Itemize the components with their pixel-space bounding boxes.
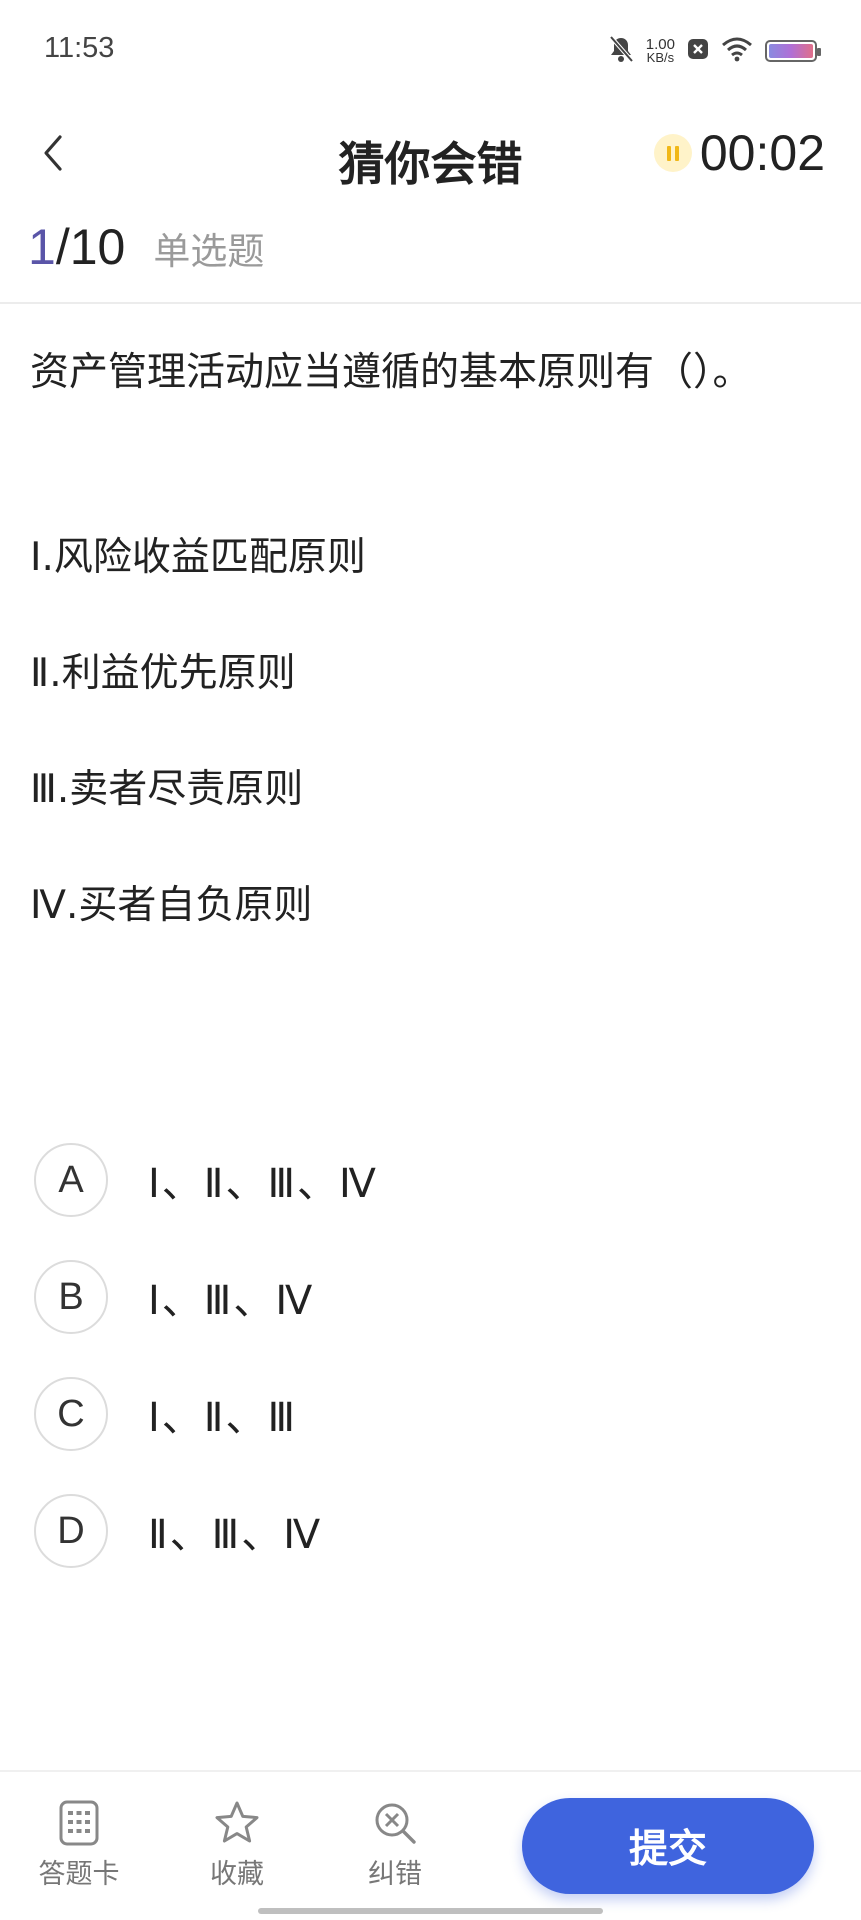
- option-letter: A: [34, 1143, 108, 1217]
- pause-icon[interactable]: [653, 134, 692, 172]
- option-text: Ⅰ、Ⅲ、Ⅳ: [148, 1278, 315, 1324]
- answer-card-label: 答题卡: [38, 1859, 120, 1890]
- question-progress: 1 / 10 单选题: [28, 218, 264, 276]
- option-a[interactable]: A Ⅰ、Ⅱ、Ⅲ、Ⅳ: [34, 1140, 378, 1220]
- statement-3: Ⅲ.卖者尽责原则: [30, 767, 304, 812]
- wifi-icon: [721, 36, 753, 66]
- correction-button[interactable]: 纠错: [340, 1800, 450, 1891]
- option-text: Ⅰ、Ⅱ、Ⅲ: [148, 1395, 298, 1441]
- timer: 00:02: [699, 125, 825, 181]
- status-icons: 1.00 KB/s: [608, 34, 821, 68]
- nav-bar: 猜你会错 00:02: [0, 100, 861, 210]
- option-letter: B: [34, 1260, 108, 1334]
- mute-bell-icon: [608, 35, 634, 67]
- timer-group: 00:02: [653, 124, 825, 182]
- close-box-icon: [687, 38, 709, 64]
- search-close-icon: [375, 1803, 416, 1844]
- option-text: Ⅰ、Ⅱ、Ⅲ、Ⅳ: [148, 1161, 378, 1207]
- question-type: 单选题: [153, 230, 265, 273]
- status-bar: 11:53 1.00 KB/s: [0, 0, 861, 100]
- option-c[interactable]: C Ⅰ、Ⅱ、Ⅲ: [34, 1374, 297, 1454]
- statement-1: Ⅰ.风险收益匹配原则: [30, 535, 366, 580]
- option-b[interactable]: B Ⅰ、Ⅲ、Ⅳ: [34, 1257, 314, 1337]
- favorite-label: 收藏: [210, 1859, 264, 1890]
- progress-separator: /: [55, 219, 70, 275]
- net-speed: 1.00 KB/s: [646, 37, 675, 65]
- answer-card-icon: [59, 1800, 99, 1846]
- quiz-page: 11:53 1.00 KB/s 猜你会错 00:02 1 / 10 单选题 资产…: [0, 0, 861, 1920]
- bottom-toolbar: 答题卡 收藏 纠错 提交: [0, 1770, 861, 1920]
- option-text: Ⅱ、Ⅲ、Ⅳ: [148, 1512, 323, 1558]
- star-icon: [215, 1801, 259, 1843]
- status-time: 11:53: [44, 32, 115, 64]
- question-stem: 资产管理活动应当遵循的基本原则有（）。: [30, 350, 752, 395]
- correction-label: 纠错: [368, 1859, 422, 1890]
- statement-4: Ⅳ.买者自负原则: [30, 883, 313, 928]
- battery-fill: [769, 44, 813, 58]
- statement-2: Ⅱ.利益优先原则: [30, 651, 296, 696]
- submit-button[interactable]: 提交: [522, 1798, 814, 1894]
- answer-card-button[interactable]: 答题卡: [24, 1800, 134, 1891]
- submit-label: 提交: [628, 1827, 707, 1872]
- option-d[interactable]: D Ⅱ、Ⅲ、Ⅳ: [34, 1491, 322, 1571]
- home-indicator[interactable]: [258, 1908, 603, 1914]
- battery-icon: [765, 40, 821, 62]
- divider: [0, 302, 861, 304]
- option-letter: D: [34, 1494, 108, 1568]
- progress-current: 1: [28, 219, 56, 275]
- net-speed-unit: KB/s: [646, 50, 675, 65]
- option-letter: C: [34, 1377, 108, 1451]
- favorite-button[interactable]: 收藏: [182, 1800, 292, 1891]
- progress-total: 10: [69, 219, 126, 275]
